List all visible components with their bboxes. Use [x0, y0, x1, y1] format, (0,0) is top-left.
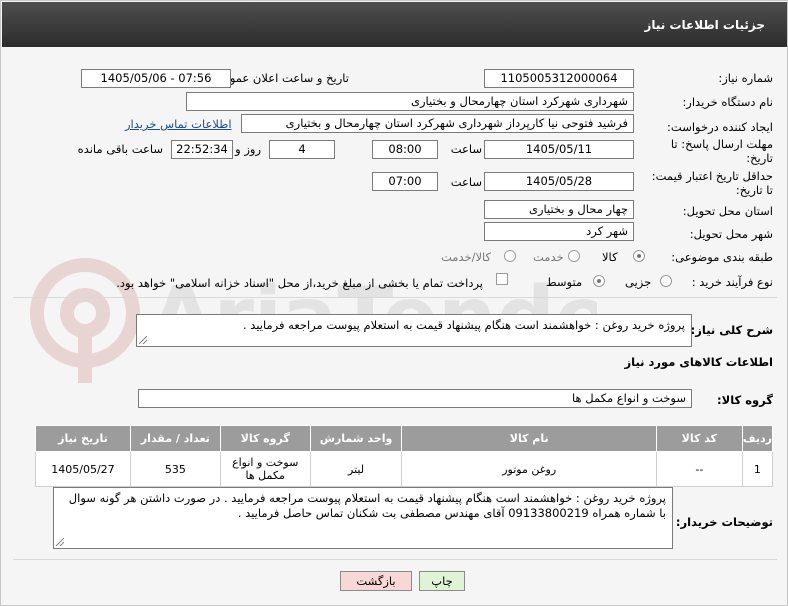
col-goods-name: نام کالا — [401, 425, 657, 452]
process-option-medium: متوسط — [546, 275, 583, 289]
divider — [13, 559, 777, 560]
category-label: طبقه بندی موضوعی: — [671, 250, 773, 264]
goods-section-title: اطلاعات کالاهای مورد نیاز — [624, 355, 773, 369]
col-goods-group: گروه کالا — [219, 425, 311, 452]
cell-row: 1 — [741, 451, 774, 487]
resize-grip-icon[interactable] — [56, 538, 64, 546]
col-quantity: تعداد / مقدار — [129, 425, 221, 452]
min-validity-label-date: تا تاریخ: — [735, 183, 773, 197]
process-label: نوع فرآیند خرید : — [691, 275, 773, 289]
min-validity-label: حداقل تاریخ اعتبار قیمت: — [651, 169, 773, 183]
days-field[interactable]: 4 — [269, 140, 335, 159]
remaining-label: ساعت باقی مانده — [77, 142, 163, 156]
col-row: ردیف — [741, 425, 774, 452]
need-details-page: جزئیات اطلاعات نیاز AriaTender.net شماره… — [0, 0, 788, 606]
need-number-label: شماره نیاز: — [718, 71, 773, 85]
col-need-date: تاریخ نیاز — [35, 425, 131, 452]
validity-date-field[interactable]: 1405/05/28 — [484, 172, 634, 191]
need-number-field[interactable]: 1105005312000064 — [484, 69, 634, 88]
province-field[interactable]: چهار محال و بختیاری — [484, 200, 634, 219]
remaining-time-field[interactable]: 22:52:34 — [171, 140, 233, 159]
category-option-service: خدمت — [533, 250, 564, 264]
buyer-notes-text: پروژه خرید روغن : خواهشمند است هنگام پیش… — [68, 491, 666, 520]
divider — [13, 297, 777, 298]
cell-goods-name: روغن موتور — [401, 451, 657, 487]
validity-time-label: ساعت — [450, 175, 482, 189]
page-title: جزئیات اطلاعات نیاز — [644, 18, 765, 32]
page-header: جزئیات اطلاعات نیاز — [2, 2, 787, 47]
city-field[interactable]: شهر کرد — [484, 222, 634, 241]
treasury-payment-text: پرداخت تمام یا بخشی از مبلغ خرید،از محل … — [116, 276, 483, 290]
goods-group-label: گروه کالا: — [717, 393, 773, 407]
cell-goods-code: -- — [655, 451, 743, 487]
category-option-goods-service: کالا/خدمت — [441, 250, 492, 264]
process-radio-medium[interactable] — [593, 275, 605, 287]
city-label: شهر محل تحویل: — [689, 227, 773, 241]
col-goods-code: کد کالا — [655, 425, 743, 452]
province-label: استان محل تحویل: — [682, 204, 773, 218]
resize-grip-icon[interactable] — [139, 336, 147, 344]
process-option-minor: جزیی — [625, 275, 652, 289]
category-radio-goods[interactable] — [633, 250, 645, 262]
description-label: شرح کلی نیاز: — [690, 323, 773, 337]
category-radio-goods-service[interactable] — [504, 250, 516, 262]
goods-table-header: تاریخ نیاز تعداد / مقدار گروه کالا واحد … — [35, 425, 774, 452]
col-unit: واحد شمارش — [309, 425, 403, 452]
back-button[interactable]: بازگشت — [340, 571, 412, 591]
deadline-label-date: تاریخ: — [746, 151, 773, 165]
announce-label: تاریخ و ساعت اعلان عمومی: — [210, 71, 349, 85]
goods-table: تاریخ نیاز تعداد / مقدار گروه کالا واحد … — [35, 425, 774, 487]
description-text: پروژه خرید روغن : خواهشمند است هنگام پیش… — [242, 318, 685, 332]
creator-label: ایجاد کننده درخواست: — [667, 120, 773, 134]
announce-field[interactable]: 1405/05/06 - 07:56 — [81, 69, 231, 88]
category-option-goods: کالا — [602, 250, 618, 264]
buyer-notes-label: توضیحات خریدار: — [675, 515, 773, 529]
category-radio-service[interactable] — [568, 250, 580, 262]
treasury-payment-checkbox[interactable] — [496, 273, 508, 285]
deadline-label: مهلت ارسال پاسخ: تا — [670, 137, 773, 151]
description-textarea[interactable]: پروژه خرید روغن : خواهشمند است هنگام پیش… — [136, 314, 692, 347]
goods-group-field[interactable]: سوخت و انواع مکمل ها — [138, 389, 692, 408]
deadline-date-field[interactable]: 1405/05/11 — [484, 140, 634, 159]
cell-unit: لیتر — [309, 451, 403, 487]
print-button[interactable]: چاپ — [419, 571, 465, 591]
buyer-contact-link[interactable]: اطلاعات تماس خریدار — [125, 117, 232, 131]
buyer-org-field[interactable]: شهرداری شهرکرد استان چهارمحال و بختیاری — [186, 92, 634, 111]
buyer-notes-textarea[interactable]: پروژه خرید روغن : خواهشمند است هنگام پیش… — [53, 487, 673, 549]
cell-goods-group: سوخت و انواع مکمل ها — [219, 451, 311, 487]
cell-quantity: 535 — [129, 451, 221, 487]
deadline-time-label: ساعت — [450, 142, 482, 156]
buyer-org-label: نام دستگاه خریدار: — [682, 95, 773, 109]
cell-need-date: 1405/05/27 — [35, 451, 131, 487]
table-row[interactable]: 1405/05/27 535 سوخت و انواع مکمل ها لیتر… — [35, 451, 774, 487]
creator-field[interactable]: فرشید فتوحی نیا کارپرداز شهرداری شهرکرد … — [241, 114, 634, 133]
process-radio-minor[interactable] — [660, 275, 672, 287]
deadline-time-field[interactable]: 08:00 — [372, 140, 438, 159]
days-label: روز و — [235, 142, 261, 156]
validity-time-field[interactable]: 07:00 — [372, 172, 438, 191]
